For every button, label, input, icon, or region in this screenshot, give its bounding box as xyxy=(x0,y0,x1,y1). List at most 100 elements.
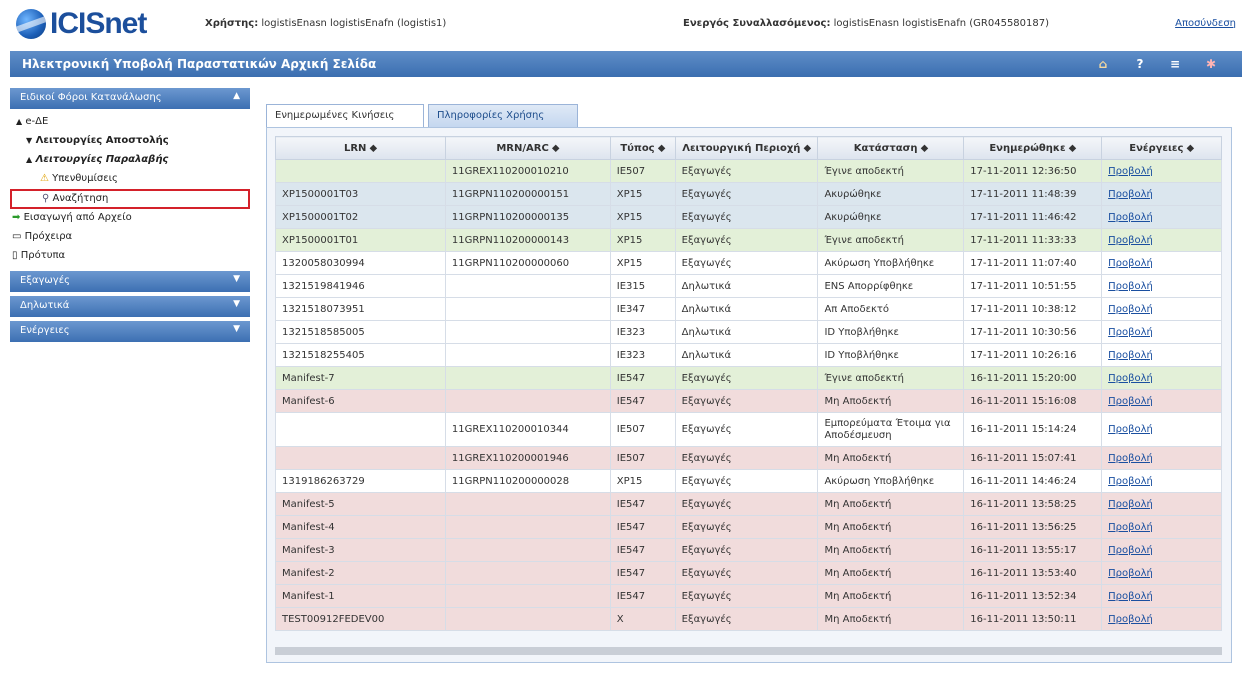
mrn-cell xyxy=(444,274,611,298)
actions-cell: Προβολή xyxy=(1101,412,1222,447)
view-link[interactable]: Προβολή xyxy=(1108,373,1153,384)
view-link[interactable]: Προβολή xyxy=(1108,304,1153,315)
view-link[interactable]: Προβολή xyxy=(1108,327,1153,338)
mrn-cell xyxy=(444,297,611,321)
updated-cell: 17-11-2011 11:33:33 xyxy=(963,228,1103,252)
view-link[interactable]: Προβολή xyxy=(1108,591,1153,602)
table-row: 1321518585005 IE323 Δηλωτικά ID Υποβλήθηκε 1… xyxy=(275,320,1222,344)
sidebar-item-label: Αναζήτηση xyxy=(52,193,109,204)
page-title-bar: Ηλεκτρονική Υποβολή Παραστατικών Αρχική … xyxy=(10,51,1242,77)
view-link[interactable]: Προβολή xyxy=(1108,522,1153,533)
table-row: XP1500001T03 11GRPN110200000151 XP15 Εξαγωγ… xyxy=(275,182,1222,206)
updated-cell: 17-11-2011 10:26:16 xyxy=(963,343,1103,367)
mrn-cell: 11GREX110200010344 xyxy=(444,412,611,447)
column-header-type[interactable]: Τύπος ⬥ xyxy=(609,136,676,160)
sidebar-section-actions[interactable]: Ενέργειες ▼ xyxy=(10,321,250,342)
table-row: XP1500001T02 11GRPN110200000135 XP15 Εξαγωγ… xyxy=(275,205,1222,229)
sidebar-section-excise[interactable]: Ειδικοί Φόροι Κατανάλωσης ▲ xyxy=(10,88,250,109)
language-flag-icon[interactable]: ✱ xyxy=(1202,56,1220,72)
updated-cell: 17-11-2011 11:46:42 xyxy=(963,205,1103,229)
sidebar-item-label: Πρόχειρα xyxy=(24,231,73,242)
lrn-cell: XP1500001T01 xyxy=(275,228,446,252)
chevron-down-icon: ▼ xyxy=(233,299,240,309)
status-cell: Μη Αποδεκτή xyxy=(817,561,965,585)
view-link[interactable]: Προβολή xyxy=(1108,166,1153,177)
actions-cell: Προβολή xyxy=(1101,366,1222,390)
view-link[interactable]: Προβολή xyxy=(1108,396,1153,407)
updated-cell: 17-11-2011 11:48:39 xyxy=(963,182,1103,206)
lrn-cell: 1321519841946 xyxy=(275,274,446,298)
updated-cell: 17-11-2011 10:38:12 xyxy=(963,297,1103,321)
lrn-cell: Manifest-4 xyxy=(275,515,446,539)
sidebar-item-label: Λειτουργίες Παραλαβής xyxy=(35,154,169,165)
area-cell: Εξαγωγές xyxy=(674,561,819,585)
view-link[interactable]: Προβολή xyxy=(1108,212,1153,223)
mrn-cell xyxy=(444,584,611,608)
updated-cell: 16-11-2011 13:55:17 xyxy=(963,538,1103,562)
view-link[interactable]: Προβολή xyxy=(1108,258,1153,269)
column-header-status[interactable]: Κατάσταση ⬥ xyxy=(817,136,965,160)
view-link[interactable]: Προβολή xyxy=(1108,235,1153,246)
type-cell: IE547 xyxy=(609,561,676,585)
sidebar-item-e-de[interactable]: ▲ e-ΔΕ xyxy=(10,113,250,132)
user-label: Χρήστης: xyxy=(205,18,259,29)
status-cell: Έγινε αποδεκτή xyxy=(817,366,965,390)
status-cell: Ακυρώθηκε xyxy=(817,205,965,229)
view-link[interactable]: Προβολή xyxy=(1108,545,1153,556)
actions-cell: Προβολή xyxy=(1101,274,1222,298)
sidebar-item-drafts[interactable]: ▭ Πρόχειρα xyxy=(10,228,250,247)
type-cell: IE323 xyxy=(609,320,676,344)
column-header-area[interactable]: Λειτουργική Περιοχή ⬥ xyxy=(674,136,819,160)
sidebar-item-receive-functions[interactable]: ▲ Λειτουργίες Παραλαβής xyxy=(10,151,250,170)
help-icon[interactable]: ? xyxy=(1131,56,1149,72)
area-cell: Δηλωτικά xyxy=(674,274,819,298)
sidebar-item-reminders[interactable]: ⚠ Υπενθυμίσεις xyxy=(10,170,250,189)
updated-cell: 16-11-2011 14:46:24 xyxy=(963,469,1103,493)
tab-usage-info[interactable]: Πληροφορίες Χρήσης xyxy=(428,104,578,128)
view-link[interactable]: Προβολή xyxy=(1108,453,1153,464)
column-header-updated[interactable]: Ενημερώθηκε ⬥ xyxy=(963,136,1103,160)
view-link[interactable]: Προβολή xyxy=(1108,281,1153,292)
type-cell: IE547 xyxy=(609,389,676,413)
home-icon[interactable]: ⌂ xyxy=(1094,56,1112,72)
horizontal-scrollbar[interactable] xyxy=(275,647,1222,655)
type-cell: IE547 xyxy=(609,366,676,390)
chevron-up-icon: ▲ xyxy=(233,91,240,101)
type-cell: IE323 xyxy=(609,343,676,367)
sidebar-item-send-functions[interactable]: ▼ Λειτουργίες Αποστολής xyxy=(10,132,250,151)
view-link[interactable]: Προβολή xyxy=(1108,350,1153,361)
icisnet-logo[interactable]: ICISnet xyxy=(16,6,147,42)
updated-cell: 16-11-2011 13:56:25 xyxy=(963,515,1103,539)
sidebar-item-templates[interactable]: ▯ Πρότυπα xyxy=(10,247,250,266)
globe-icon xyxy=(16,9,46,39)
chevron-down-icon: ▼ xyxy=(233,274,240,284)
status-cell: Απ Αποδεκτό xyxy=(817,297,965,321)
column-header-actions[interactable]: Ενέργειες ⬥ xyxy=(1101,136,1222,160)
sidebar-item-search[interactable]: ⚲ Αναζήτηση xyxy=(10,189,250,209)
logout-link[interactable]: Αποσύνδεση xyxy=(1175,18,1236,29)
updated-cell: 17-11-2011 10:51:55 xyxy=(963,274,1103,298)
column-header-lrn[interactable]: LRN ⬥ xyxy=(275,136,446,160)
view-link[interactable]: Προβολή xyxy=(1108,476,1153,487)
view-link[interactable]: Προβολή xyxy=(1108,189,1153,200)
mrn-cell: 11GRPN110200000028 xyxy=(444,469,611,493)
column-header-mrn[interactable]: MRN/ARC ⬥ xyxy=(444,136,611,160)
view-link[interactable]: Προβολή xyxy=(1108,614,1153,625)
lrn-cell: 1321518585005 xyxy=(275,320,446,344)
mrn-cell: 11GRPN110200000143 xyxy=(444,228,611,252)
sidebar-item-import-file[interactable]: ➡ Εισαγωγή από Αρχείο xyxy=(10,209,250,228)
sidebar-section-exports[interactable]: Εξαγωγές ▼ xyxy=(10,271,250,292)
lrn-cell: Manifest-3 xyxy=(275,538,446,562)
area-cell: Εξαγωγές xyxy=(674,515,819,539)
area-cell: Εξαγωγές xyxy=(674,251,819,275)
list-icon[interactable]: ≡ xyxy=(1166,56,1184,72)
type-cell: XP15 xyxy=(609,251,676,275)
actions-cell: Προβολή xyxy=(1101,297,1222,321)
area-cell: Δηλωτικά xyxy=(674,320,819,344)
tab-updated-movements[interactable]: Ενημερωμένες Κινήσεις xyxy=(266,104,424,128)
sidebar-section-manifests[interactable]: Δηλωτικά ▼ xyxy=(10,296,250,317)
view-link[interactable]: Προβολή xyxy=(1108,424,1153,435)
view-link[interactable]: Προβολή xyxy=(1108,499,1153,510)
status-cell: Ακυρώθηκε xyxy=(817,182,965,206)
view-link[interactable]: Προβολή xyxy=(1108,568,1153,579)
